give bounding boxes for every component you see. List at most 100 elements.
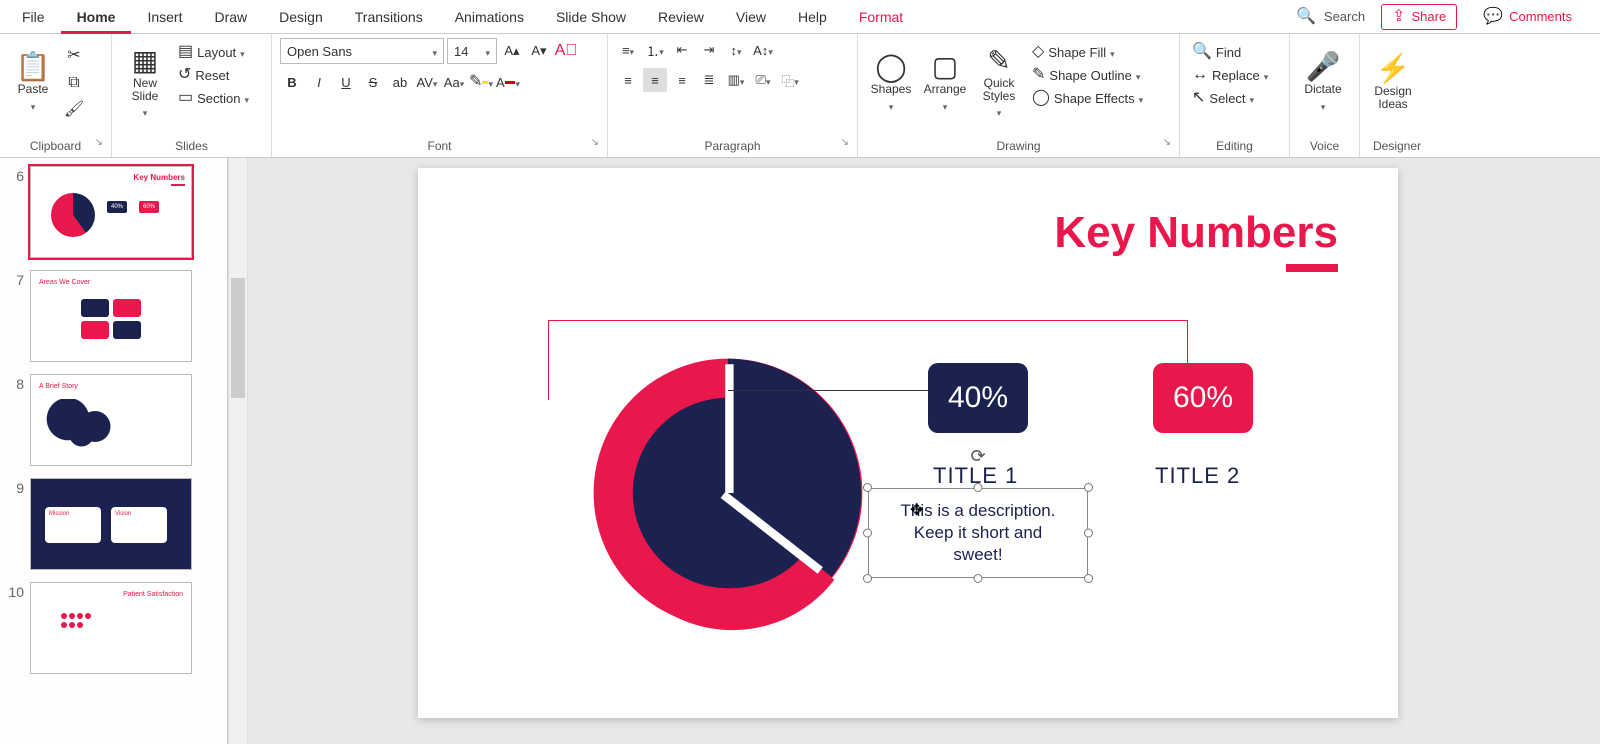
tab-insert[interactable]: Insert: [131, 0, 198, 34]
replace-button[interactable]: ↔Replace: [1188, 65, 1272, 85]
align-right-button[interactable]: ≡: [670, 68, 694, 92]
align-center-button[interactable]: ≡: [643, 68, 667, 92]
align-text-button[interactable]: ⎚: [751, 68, 775, 92]
cut-button[interactable]: ✂: [62, 44, 86, 68]
select-button[interactable]: ↖Select: [1188, 88, 1272, 108]
shape-outline-button[interactable]: ✎Shape Outline: [1028, 65, 1147, 85]
slide-title[interactable]: Key Numbers: [1054, 208, 1338, 258]
handle-nw[interactable]: [863, 483, 872, 492]
format-painter-button[interactable]: 🖌: [62, 98, 86, 122]
thumbnail-8[interactable]: A Brief Story: [30, 374, 192, 466]
thumbnail-9[interactable]: Mission Vision: [30, 478, 192, 570]
tab-draw[interactable]: Draw: [198, 0, 263, 34]
replace-icon: ↔: [1192, 67, 1208, 83]
find-icon: 🔍: [1192, 44, 1212, 60]
outdent-icon: ⇤: [677, 42, 688, 58]
shapes-button[interactable]: ◯Shapes: [866, 38, 916, 128]
columns-button[interactable]: ▥: [724, 68, 748, 92]
font-color-button[interactable]: A: [496, 70, 520, 94]
shape-fill-button[interactable]: ◇Shape Fill: [1028, 42, 1147, 62]
tab-file[interactable]: File: [6, 0, 61, 34]
description-text[interactable]: This is a description. Keep it short and…: [868, 500, 1088, 566]
tab-slideshow[interactable]: Slide Show: [540, 0, 642, 34]
find-button[interactable]: 🔍Find: [1188, 42, 1272, 62]
clear-format-button[interactable]: A⃠: [554, 39, 578, 63]
clipboard-icon: 📋: [16, 53, 51, 81]
bullets-button[interactable]: ≡: [616, 38, 640, 62]
brush-icon: 🖌: [64, 102, 84, 118]
increase-indent-button[interactable]: ⇥: [697, 38, 721, 62]
tab-format[interactable]: Format: [843, 0, 919, 34]
paste-button[interactable]: 📋 Paste: [8, 38, 58, 128]
tab-transitions[interactable]: Transitions: [339, 0, 439, 34]
shadow-button[interactable]: ab: [388, 70, 412, 94]
strike-button[interactable]: S: [361, 70, 385, 94]
quick-styles-icon: ✎: [987, 47, 1010, 75]
justify-button[interactable]: ≣: [697, 68, 721, 92]
badge-60[interactable]: 60%: [1153, 363, 1253, 433]
increase-font-button[interactable]: A▴: [500, 39, 524, 63]
align-left-button[interactable]: ≡: [616, 68, 640, 92]
drawing-launcher[interactable]: ↘: [1163, 137, 1171, 148]
bold-button[interactable]: B: [280, 70, 304, 94]
char-spacing-button[interactable]: AV: [415, 70, 439, 94]
decrease-font-button[interactable]: A▾: [527, 39, 551, 63]
layout-button[interactable]: ▤Layout: [174, 42, 253, 62]
paragraph-launcher[interactable]: ↘: [841, 137, 849, 148]
font-name-select[interactable]: Open Sans: [280, 38, 444, 64]
slide[interactable]: Key Numbers 40% 60% TITLE 1 TITLE 2 ⟳: [418, 168, 1398, 718]
slide-canvas[interactable]: Key Numbers 40% 60% TITLE 1 TITLE 2 ⟳: [248, 158, 1600, 744]
arrange-button[interactable]: ▢Arrange: [920, 38, 970, 128]
reset-button[interactable]: ↺Reset: [174, 65, 253, 85]
pie-chart[interactable]: [588, 353, 868, 633]
search-box[interactable]: 🔍 Search: [1296, 9, 1365, 25]
handle-se[interactable]: [1084, 574, 1093, 583]
search-icon: 🔍: [1296, 9, 1316, 25]
thumbnail-7[interactable]: Areas We Cover: [30, 270, 192, 362]
tab-help[interactable]: Help: [782, 0, 843, 34]
handle-n[interactable]: [974, 483, 983, 492]
rotate-handle-icon[interactable]: ⟳: [970, 446, 985, 467]
font-launcher[interactable]: ↘: [591, 137, 599, 148]
clipboard-launcher[interactable]: ↘: [95, 137, 103, 148]
handle-s[interactable]: [974, 574, 983, 583]
tab-review[interactable]: Review: [642, 0, 720, 34]
section-button[interactable]: ▭Section: [174, 88, 253, 108]
handle-ne[interactable]: [1084, 483, 1093, 492]
text-direction-button[interactable]: A↕: [751, 38, 775, 62]
slide-thumbnail-pane[interactable]: 6 Key Numbers 40% 60% 7 Areas We Cover 8…: [0, 158, 228, 744]
tab-animations[interactable]: Animations: [439, 0, 540, 34]
tab-view[interactable]: View: [720, 0, 782, 34]
thumbnail-scrollbar[interactable]: [228, 158, 248, 744]
badge-40[interactable]: 40%: [928, 363, 1028, 433]
thumbnail-10[interactable]: Patient Satisfaction: [30, 582, 192, 674]
design-ideas-button[interactable]: ⚡Design Ideas: [1368, 38, 1418, 128]
tab-home[interactable]: Home: [61, 0, 132, 34]
strike-icon: S: [369, 75, 378, 90]
underline-button[interactable]: U: [334, 70, 358, 94]
scroll-thumb[interactable]: [231, 278, 245, 398]
comments-button[interactable]: 💬 Comments: [1473, 5, 1582, 29]
dictate-button[interactable]: 🎤Dictate: [1298, 38, 1348, 128]
share-button[interactable]: ⇪ Share: [1381, 4, 1457, 30]
numbering-button[interactable]: ⒈: [643, 38, 667, 62]
highlight-button[interactable]: ✎: [469, 70, 493, 94]
share-label: Share: [1412, 9, 1447, 24]
change-case-button[interactable]: Aa: [442, 70, 466, 94]
copy-button[interactable]: ⧉: [62, 71, 86, 95]
decrease-indent-button[interactable]: ⇤: [670, 38, 694, 62]
line-spacing-button[interactable]: ↕: [724, 38, 748, 62]
quick-styles-button[interactable]: ✎Quick Styles: [974, 38, 1024, 128]
handle-sw[interactable]: [863, 574, 872, 583]
new-slide-button[interactable]: ▦ New Slide: [120, 38, 170, 128]
selected-textbox[interactable]: ⟳ This is a description. Keep it short a…: [868, 488, 1088, 578]
font-size-select[interactable]: 14: [447, 38, 497, 64]
align-text-icon: ⎚: [756, 72, 766, 88]
label-title-2[interactable]: TITLE 2: [1155, 463, 1240, 489]
thumbnail-6[interactable]: Key Numbers 40% 60%: [30, 166, 192, 258]
tab-design[interactable]: Design: [263, 0, 339, 34]
smartart-button[interactable]: ⿻: [778, 68, 802, 92]
copy-icon: ⧉: [68, 75, 79, 91]
shape-effects-button[interactable]: ◯Shape Effects: [1028, 88, 1147, 108]
italic-button[interactable]: I: [307, 70, 331, 94]
